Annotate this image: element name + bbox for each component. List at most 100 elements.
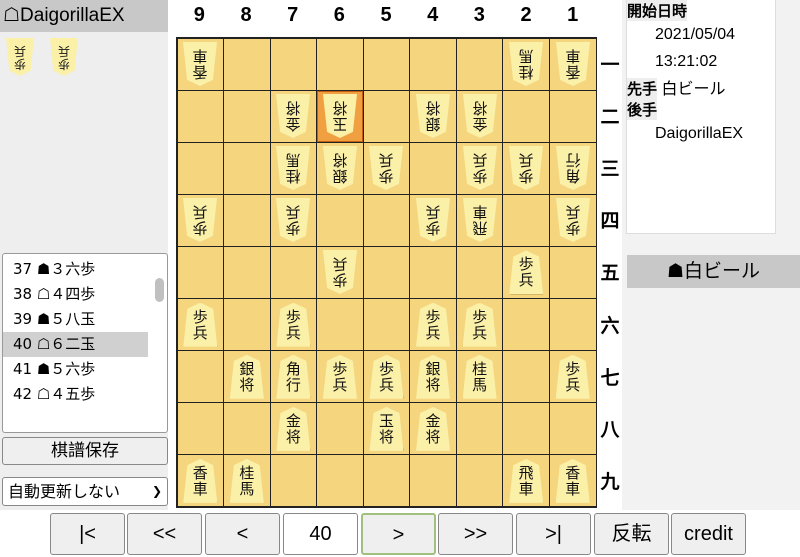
- board-square[interactable]: [362, 89, 411, 143]
- piece-sente[interactable]: 銀将: [416, 355, 450, 399]
- piece-sente[interactable]: 歩兵: [556, 355, 590, 399]
- board-square[interactable]: 玉将: [316, 89, 364, 143]
- board-square[interactable]: 歩兵: [409, 298, 457, 352]
- flip-button[interactable]: 反転: [594, 513, 669, 555]
- move-list-item[interactable]: 39 ☗５八玉: [3, 307, 148, 332]
- board-square[interactable]: 金将: [455, 89, 504, 143]
- board-square[interactable]: 飛車: [455, 193, 504, 247]
- board-square[interactable]: 歩兵: [502, 245, 550, 300]
- board-square[interactable]: [362, 298, 411, 352]
- board-square[interactable]: [502, 89, 550, 143]
- board-square[interactable]: 角行: [269, 350, 318, 404]
- board-square[interactable]: [455, 37, 504, 91]
- board-square[interactable]: 香車: [548, 454, 597, 508]
- board-square[interactable]: 歩兵: [176, 298, 225, 352]
- piece-gote[interactable]: 香車: [183, 42, 217, 86]
- board-square[interactable]: [362, 37, 411, 91]
- move-list-item[interactable]: 37 ☗３六歩: [3, 257, 148, 282]
- board-square[interactable]: 銀将: [409, 89, 457, 143]
- board-square[interactable]: [316, 454, 364, 508]
- piece-gote[interactable]: 桂馬: [276, 146, 310, 190]
- board-square[interactable]: 歩兵: [548, 350, 597, 404]
- piece-gote[interactable]: 金将: [276, 94, 310, 138]
- piece-gote[interactable]: 歩兵: [556, 198, 590, 242]
- board-square[interactable]: 歩兵: [548, 193, 597, 247]
- board-square[interactable]: [269, 454, 318, 508]
- piece-sente[interactable]: 歩兵: [463, 303, 497, 347]
- board-square[interactable]: [548, 402, 597, 456]
- board-square[interactable]: [223, 245, 271, 300]
- piece-gote[interactable]: 歩兵: [6, 38, 34, 76]
- board-square[interactable]: [176, 245, 225, 300]
- board-square[interactable]: [223, 402, 271, 456]
- piece-sente[interactable]: 桂馬: [463, 355, 497, 399]
- board-square[interactable]: 香車: [176, 37, 225, 91]
- move-list[interactable]: 37 ☗３六歩 38 ☖４四歩 39 ☗５八玉 40 ☖６二玉 41 ☗５六歩 42 ☖４…: [2, 253, 168, 433]
- piece-gote[interactable]: 銀将: [323, 146, 357, 190]
- board-square[interactable]: [362, 454, 411, 508]
- piece-gote[interactable]: 角行: [556, 146, 590, 190]
- board-square[interactable]: 銀将: [316, 141, 364, 195]
- board-square[interactable]: [223, 37, 271, 91]
- board-square[interactable]: [502, 402, 550, 456]
- board-square[interactable]: 銀将: [223, 350, 271, 404]
- forward-button[interactable]: >: [361, 513, 436, 555]
- board-square[interactable]: 桂馬: [455, 350, 504, 404]
- board-square[interactable]: [502, 193, 550, 247]
- board-square[interactable]: [455, 245, 504, 300]
- scrollbar[interactable]: [155, 278, 164, 302]
- board-square[interactable]: [548, 298, 597, 352]
- piece-sente[interactable]: 飛車: [509, 459, 543, 503]
- piece-gote[interactable]: 玉将: [323, 94, 357, 138]
- board-square[interactable]: 歩兵: [269, 298, 318, 352]
- move-list-item[interactable]: 40 ☖６二玉: [3, 332, 148, 357]
- board-square[interactable]: [176, 89, 225, 143]
- board-square[interactable]: 歩兵: [362, 350, 411, 404]
- piece-sente[interactable]: 桂馬: [230, 459, 264, 503]
- piece-sente[interactable]: 歩兵: [369, 355, 403, 399]
- piece-gote[interactable]: 歩兵: [50, 38, 78, 76]
- piece-gote[interactable]: 銀将: [416, 94, 450, 138]
- board-square[interactable]: [176, 141, 225, 195]
- move-list-item[interactable]: 41 ☗５六歩: [3, 357, 148, 382]
- board-square[interactable]: [409, 454, 457, 508]
- piece-sente[interactable]: 歩兵: [509, 250, 543, 294]
- back-10-button[interactable]: <<: [127, 513, 202, 555]
- save-kifu-button[interactable]: 棋譜保存: [2, 437, 168, 465]
- piece-sente[interactable]: 歩兵: [276, 303, 310, 347]
- forward-10-button[interactable]: >>: [438, 513, 513, 555]
- board-square[interactable]: 銀将: [409, 350, 457, 404]
- board-square[interactable]: [223, 298, 271, 352]
- board-square[interactable]: 金将: [409, 402, 457, 456]
- board-square[interactable]: [176, 350, 225, 404]
- first-move-button[interactable]: |<: [50, 513, 125, 555]
- board-square[interactable]: 歩兵: [455, 298, 504, 352]
- board-square[interactable]: [409, 37, 457, 91]
- board-square[interactable]: 歩兵: [269, 193, 318, 247]
- board-square[interactable]: 角行: [548, 141, 597, 195]
- back-button[interactable]: <: [205, 513, 280, 555]
- piece-gote[interactable]: 歩兵: [369, 146, 403, 190]
- board-square[interactable]: 飛車: [502, 454, 550, 508]
- board-square[interactable]: [223, 141, 271, 195]
- board-square[interactable]: 香車: [176, 454, 225, 508]
- piece-sente[interactable]: 香車: [183, 459, 217, 503]
- board-square[interactable]: [269, 37, 318, 91]
- board-square[interactable]: [316, 193, 364, 247]
- piece-sente[interactable]: 金将: [276, 407, 310, 451]
- board-square[interactable]: [269, 245, 318, 300]
- board-square[interactable]: [502, 298, 550, 352]
- piece-gote[interactable]: 飛車: [463, 198, 497, 242]
- board-square[interactable]: 歩兵: [502, 141, 550, 195]
- piece-sente[interactable]: 歩兵: [416, 303, 450, 347]
- piece-gote[interactable]: 金将: [463, 94, 497, 138]
- board-square[interactable]: [176, 402, 225, 456]
- board-square[interactable]: 香車: [548, 37, 597, 91]
- move-number-input[interactable]: 40: [283, 513, 358, 555]
- board-square[interactable]: [502, 350, 550, 404]
- board-square[interactable]: 歩兵: [316, 245, 364, 300]
- board-square[interactable]: [362, 193, 411, 247]
- board-square[interactable]: 桂馬: [223, 454, 271, 508]
- board-square[interactable]: 桂馬: [502, 37, 550, 91]
- board-square[interactable]: [316, 402, 364, 456]
